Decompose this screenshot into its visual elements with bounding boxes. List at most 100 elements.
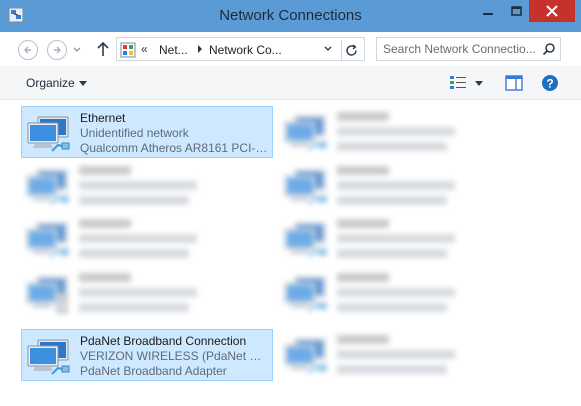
ethernet-icon bbox=[283, 271, 329, 315]
blurred-text bbox=[337, 350, 455, 359]
view-options-chevron-down-icon[interactable] bbox=[475, 81, 483, 86]
control-panel-icon bbox=[120, 42, 136, 58]
connection-name bbox=[337, 217, 527, 232]
organize-label: Organize bbox=[26, 76, 75, 90]
connection-status: Unidentified network bbox=[80, 126, 189, 140]
connection-item[interactable] bbox=[21, 267, 273, 319]
organize-menu-button[interactable]: Organize bbox=[26, 76, 87, 90]
broadband-icon bbox=[26, 334, 72, 378]
connection-item[interactable] bbox=[279, 267, 531, 319]
blurred-text bbox=[337, 365, 447, 374]
blurred-text bbox=[79, 273, 131, 282]
blurred-text bbox=[79, 288, 197, 297]
vpn-icon bbox=[25, 271, 71, 315]
connection-name: Ethernet bbox=[80, 111, 126, 125]
connection-name bbox=[79, 217, 269, 232]
connection-item[interactable] bbox=[21, 160, 273, 212]
connection-item[interactable]: PdaNet Broadband Connection VERIZON WIREL… bbox=[21, 329, 273, 381]
help-icon[interactable]: ? bbox=[541, 74, 559, 92]
search-icon[interactable] bbox=[542, 42, 556, 56]
maximize-icon bbox=[510, 6, 522, 16]
wifi-icon bbox=[283, 333, 329, 377]
blurred-text bbox=[337, 249, 447, 258]
connection-device bbox=[79, 247, 269, 262]
connection-device bbox=[337, 194, 527, 209]
connection-status bbox=[337, 179, 527, 194]
refresh-button[interactable] bbox=[341, 40, 361, 60]
blurred-text bbox=[79, 249, 189, 258]
address-dropdown-chevron-down-icon[interactable] bbox=[323, 44, 333, 54]
svg-text:?: ? bbox=[546, 77, 553, 91]
connection-device bbox=[79, 301, 269, 316]
close-button[interactable] bbox=[529, 0, 575, 22]
breadcrumb-network[interactable]: Net... bbox=[159, 43, 188, 57]
connection-device: PdaNet Broadband Adapter bbox=[80, 364, 227, 378]
connection-device bbox=[337, 247, 527, 262]
connection-details: PdaNet Broadband Connection VERIZON WIREL… bbox=[80, 334, 268, 379]
minimize-button[interactable] bbox=[474, 0, 502, 22]
connection-status bbox=[79, 286, 269, 301]
blurred-text bbox=[79, 219, 131, 228]
command-bar: Organize ? bbox=[0, 66, 581, 100]
blurred-text bbox=[79, 303, 189, 312]
breadcrumb-network-connections[interactable]: Network Co... bbox=[209, 43, 282, 57]
connection-device bbox=[337, 363, 527, 378]
blurred-text bbox=[337, 335, 389, 344]
connection-item[interactable] bbox=[279, 160, 531, 212]
connection-status bbox=[79, 232, 269, 247]
connection-device bbox=[337, 140, 527, 155]
blurred-text bbox=[337, 142, 447, 151]
preview-pane-icon[interactable] bbox=[505, 75, 523, 91]
up-arrow-icon[interactable] bbox=[96, 41, 110, 57]
forward-button[interactable] bbox=[47, 40, 67, 60]
connection-name bbox=[337, 164, 527, 179]
blurred-text bbox=[337, 234, 455, 243]
navigation-bar: « Net... Network Co... bbox=[0, 32, 581, 66]
connection-status bbox=[337, 348, 527, 363]
address-bar[interactable]: « Net... Network Co... bbox=[116, 37, 365, 61]
recent-locations-chevron-down-icon[interactable] bbox=[72, 45, 82, 55]
connections-list: Ethernet Unidentified network Qualcomm Ath… bbox=[0, 101, 581, 406]
breadcrumb-overflow[interactable]: « bbox=[141, 42, 148, 56]
connection-status bbox=[337, 125, 527, 140]
connection-status bbox=[79, 179, 269, 194]
connection-details: Ethernet Unidentified network Qualcomm Ath… bbox=[80, 111, 268, 156]
blurred-text bbox=[79, 166, 131, 175]
ethernet-icon bbox=[25, 217, 71, 261]
connection-status bbox=[337, 286, 527, 301]
maximize-button[interactable] bbox=[502, 0, 530, 22]
connection-item[interactable] bbox=[279, 106, 531, 158]
connection-name: PdaNet Broadband Connection bbox=[80, 334, 247, 348]
connection-item[interactable] bbox=[279, 213, 531, 265]
chevron-down-icon bbox=[78, 81, 87, 87]
connection-item[interactable]: Ethernet Unidentified network Qualcomm Ath… bbox=[21, 106, 273, 158]
change-view-icon[interactable] bbox=[449, 75, 467, 91]
ethernet-icon bbox=[283, 217, 329, 261]
close-icon bbox=[546, 5, 558, 17]
connection-name bbox=[337, 110, 527, 125]
connection-name bbox=[79, 164, 269, 179]
connection-details bbox=[337, 110, 527, 155]
ethernet-icon bbox=[25, 164, 71, 208]
connection-status bbox=[337, 232, 527, 247]
connection-status: VERIZON WIRELESS (PdaNet Broa... bbox=[80, 349, 268, 363]
refresh-icon bbox=[346, 43, 357, 56]
blurred-text bbox=[79, 196, 189, 205]
connection-name bbox=[79, 271, 269, 286]
blurred-text bbox=[79, 234, 197, 243]
back-arrow-icon bbox=[24, 46, 31, 54]
connection-details bbox=[79, 164, 269, 209]
connection-item[interactable] bbox=[21, 213, 273, 265]
blurred-text bbox=[337, 181, 455, 190]
blurred-text bbox=[337, 303, 447, 312]
connection-details bbox=[337, 217, 527, 262]
search-input[interactable] bbox=[383, 41, 537, 57]
back-button[interactable] bbox=[18, 40, 38, 60]
breadcrumb-separator-icon[interactable] bbox=[196, 44, 204, 54]
connection-details bbox=[337, 164, 527, 209]
title-bar[interactable]: Network Connections bbox=[0, 0, 581, 32]
search-box[interactable] bbox=[376, 37, 561, 61]
connection-details bbox=[79, 217, 269, 262]
connection-item[interactable] bbox=[279, 329, 531, 381]
connection-details bbox=[79, 271, 269, 316]
